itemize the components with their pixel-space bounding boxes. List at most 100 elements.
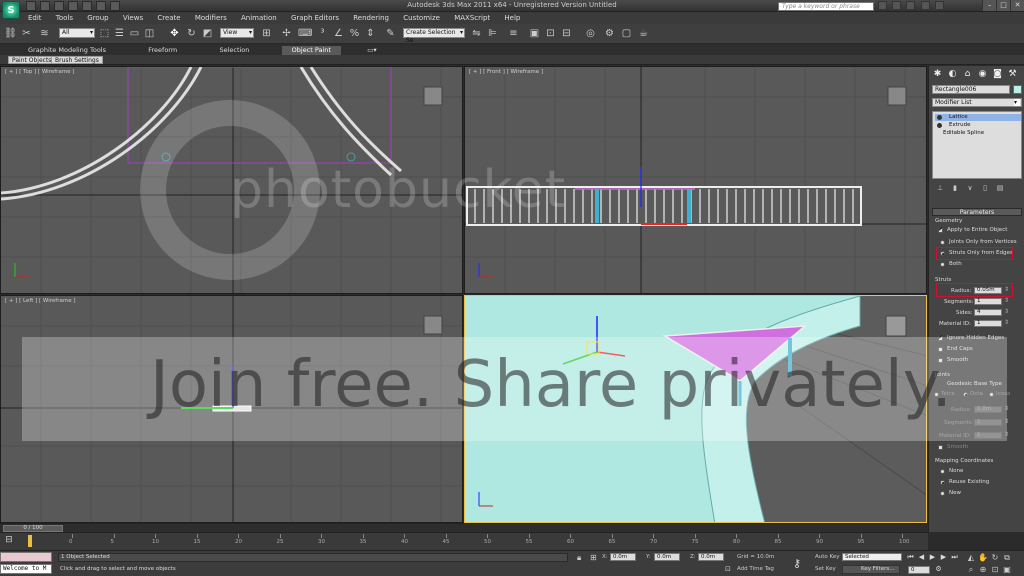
search-input[interactable]: Type a keyword or phrase xyxy=(778,2,874,11)
unlink-icon[interactable]: ✂ xyxy=(20,27,33,40)
pin-stack-icon[interactable]: ⊥ xyxy=(935,184,945,193)
time-slider[interactable]: 0 / 100 xyxy=(0,523,928,532)
map-new-radio[interactable] xyxy=(940,491,945,496)
sides-spinner[interactable]: 4 xyxy=(974,309,1009,316)
parameters-rollout[interactable]: Parameters xyxy=(932,208,1022,216)
track-bar[interactable]: ⊟ 0 5 10 15 20 25 30 35 40 45 50 55 60 65 70 75 80 85 90 95… xyxy=(0,532,928,550)
minimize-button[interactable]: – xyxy=(982,0,996,11)
next-frame-icon[interactable]: ▶ xyxy=(939,553,948,562)
modifier-list-dropdown[interactable]: Modifier List xyxy=(932,98,1022,107)
viewport-front-label[interactable]: [ + ] [ Front ] [ Wireframe ] xyxy=(469,69,543,75)
go-to-start-icon[interactable]: ⏮ xyxy=(906,553,915,562)
time-slider-thumb[interactable]: 0 / 100 xyxy=(3,525,63,532)
object-name-field[interactable]: Rectangle006 xyxy=(932,85,1010,94)
add-time-tag-button[interactable]: Add Time Tag xyxy=(737,566,774,572)
set-keys-icon[interactable]: ⚷ xyxy=(793,557,801,570)
menu-graph-editors[interactable]: Graph Editors xyxy=(291,14,339,22)
pivot-center-icon[interactable]: ⊞ xyxy=(260,27,273,40)
menu-customize[interactable]: Customize xyxy=(403,14,440,22)
maximize-toggle-icon[interactable]: ⧉ xyxy=(1002,553,1012,563)
maximize-button[interactable]: □ xyxy=(996,0,1010,11)
menu-maxscript[interactable]: MAXScript xyxy=(454,14,490,22)
select-and-scale-icon[interactable]: ◩ xyxy=(201,27,214,40)
window-crossing-icon[interactable]: ◫ xyxy=(143,27,156,40)
material-editor-icon[interactable]: ◎ xyxy=(584,27,597,40)
hierarchy-panel-icon[interactable]: ⌂ xyxy=(961,68,974,80)
ribbon-options-icon[interactable]: ▭▾ xyxy=(363,46,380,55)
selection-filter-dropdown[interactable]: All xyxy=(59,28,95,38)
previous-frame-icon[interactable]: ◀ xyxy=(917,553,926,562)
communication-center-icon[interactable] xyxy=(906,1,916,10)
zoom-extents-icon[interactable]: ⊡ xyxy=(990,565,1000,575)
select-manipulate-icon[interactable]: ✢ xyxy=(280,27,293,40)
select-and-move-icon[interactable]: ✥ xyxy=(168,27,181,40)
time-configuration-icon[interactable]: ⚙ xyxy=(934,565,943,574)
tab-graphite-modeling-tools[interactable]: Graphite Modeling Tools xyxy=(18,46,116,55)
lock-selection-icon[interactable]: 🔒︎ xyxy=(577,553,581,563)
menu-group[interactable]: Group xyxy=(87,14,108,22)
current-frame-field[interactable]: 0 xyxy=(908,566,930,574)
viewport-top-label[interactable]: [ + ] [ Top ] [ Wireframe ] xyxy=(5,69,74,75)
field-of-view-icon[interactable]: ◭ xyxy=(966,553,976,563)
named-selection-dropdown[interactable]: Create Selection Se xyxy=(403,28,465,44)
display-panel-icon[interactable]: ◙ xyxy=(991,68,1004,80)
joints-only-radio[interactable] xyxy=(940,240,945,245)
menu-tools[interactable]: Tools xyxy=(56,14,73,22)
tab-freeform[interactable]: Freeform xyxy=(138,46,187,55)
mirror-icon[interactable]: ⇋ xyxy=(470,27,483,40)
rendered-frame-window-icon[interactable]: ▢ xyxy=(620,27,633,40)
material-id-spinner[interactable]: 1 xyxy=(974,320,1009,327)
both-radio[interactable] xyxy=(940,262,945,267)
stack-item-lattice[interactable]: Lattice xyxy=(935,114,1021,121)
brush-settings-panel[interactable]: Brush Settings xyxy=(51,56,103,64)
bind-spacewarp-icon[interactable]: ≋ xyxy=(38,27,51,40)
menu-views[interactable]: Views xyxy=(123,14,143,22)
configure-sets-icon[interactable]: ▤ xyxy=(995,184,1005,193)
menu-modifiers[interactable]: Modifiers xyxy=(195,14,227,22)
viewport-left-label[interactable]: [ + ] [ Left ] [ Wireframe ] xyxy=(5,298,76,304)
zoom-all-icon[interactable]: ⊕ xyxy=(978,565,988,575)
light-bulb-icon[interactable] xyxy=(937,115,942,120)
spinner-snap-icon[interactable]: ⇕ xyxy=(364,27,377,40)
paint-objects-panel[interactable]: Paint Objects xyxy=(8,56,56,64)
percent-snap-icon[interactable]: % xyxy=(348,27,361,40)
set-key-button[interactable]: Set Key xyxy=(815,566,836,572)
search-icon[interactable] xyxy=(878,1,887,10)
key-selection-dropdown[interactable]: Selected xyxy=(842,553,902,561)
pan-view-icon[interactable]: ✋ xyxy=(978,553,988,563)
light-bulb-icon[interactable] xyxy=(937,123,942,128)
menu-create[interactable]: Create xyxy=(157,14,180,22)
link-icon[interactable]: ⛓ xyxy=(4,27,17,40)
x-coord-field[interactable]: 0.0m xyxy=(610,553,636,561)
curve-editor-icon[interactable]: ⊡ xyxy=(544,27,557,40)
play-icon[interactable]: ▶ xyxy=(928,553,937,562)
reference-coordinate-dropdown[interactable]: View xyxy=(220,28,254,38)
motion-panel-icon[interactable]: ◉ xyxy=(976,68,989,80)
menu-rendering[interactable]: Rendering xyxy=(353,14,389,22)
mini-curve-editor-icon[interactable]: ⊟ xyxy=(2,535,16,547)
modify-panel-icon[interactable]: ◐ xyxy=(946,68,959,80)
auto-key-button[interactable]: Auto Key xyxy=(815,554,840,560)
map-none-radio[interactable] xyxy=(940,469,945,474)
select-by-name-icon[interactable]: ☰ xyxy=(113,27,126,40)
z-coord-field[interactable]: 0.0m xyxy=(698,553,724,561)
graphite-toggle-icon[interactable]: ▣ xyxy=(528,27,541,40)
key-filters-button[interactable]: Key Filters... xyxy=(842,565,900,574)
schematic-view-icon[interactable]: ⊟ xyxy=(560,27,573,40)
tab-object-paint[interactable]: Object Paint xyxy=(281,46,341,55)
show-end-result-icon[interactable]: ▮ xyxy=(950,184,960,193)
maxscript-listener-input[interactable] xyxy=(0,552,52,562)
go-to-end-icon[interactable]: ⏭ xyxy=(950,553,959,562)
tab-selection[interactable]: Selection xyxy=(209,46,259,55)
maxscript-mini-listener[interactable]: Welcome to M xyxy=(0,564,52,574)
layer-manager-icon[interactable]: ≡ xyxy=(507,27,520,40)
time-tag-icon[interactable]: ⊡ xyxy=(725,565,731,573)
stack-item-extrude[interactable]: Extrude xyxy=(935,122,1021,129)
menu-animation[interactable]: Animation xyxy=(241,14,277,22)
menu-edit[interactable]: Edit xyxy=(28,14,42,22)
utilities-panel-icon[interactable]: ⚒ xyxy=(1006,68,1019,80)
render-production-icon[interactable]: ☕ xyxy=(637,27,650,40)
remove-modifier-icon[interactable]: ▯ xyxy=(980,184,990,193)
create-panel-icon[interactable]: ✱ xyxy=(931,68,944,80)
maximize-viewport-icon[interactable]: ▣ xyxy=(1002,565,1012,575)
